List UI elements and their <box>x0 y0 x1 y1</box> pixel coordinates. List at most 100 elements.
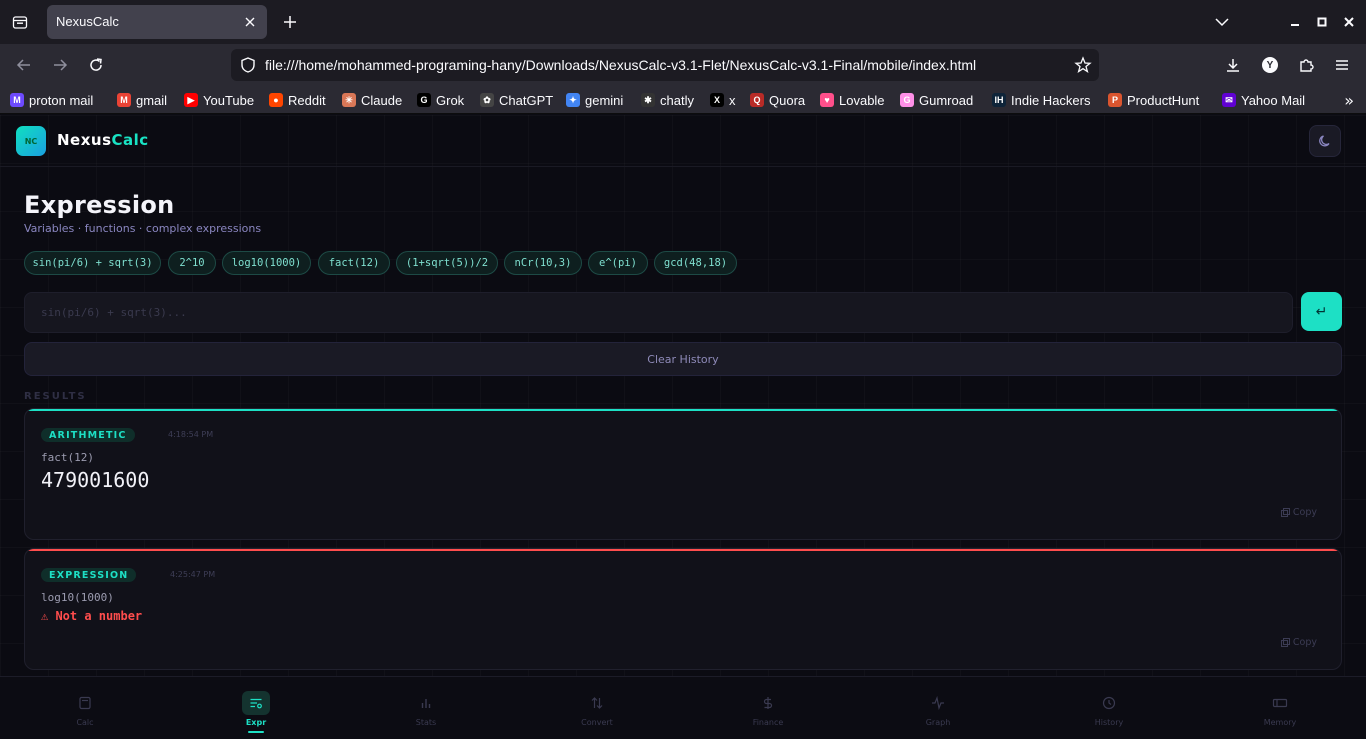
account-avatar-icon[interactable]: Y <box>1258 53 1282 77</box>
bookmark-gemini[interactable]: ✦ gemini <box>566 90 623 110</box>
nav-tab-finance[interactable]: Finance <box>683 677 853 739</box>
nav-tab-history[interactable]: History <box>1024 677 1194 739</box>
card-accent-bar <box>25 409 1341 411</box>
reload-icon[interactable] <box>84 53 108 77</box>
result-timestamp: 4:18:54 PM <box>168 430 214 439</box>
close-window-icon[interactable] <box>1339 12 1359 32</box>
bookmark-youtube[interactable]: ▶ YouTube <box>184 90 254 110</box>
bookmark-claude[interactable]: ✳ Claude <box>342 90 402 110</box>
downloads-icon[interactable] <box>1221 53 1245 77</box>
page-subtitle: Variables · functions · complex expressi… <box>24 222 262 235</box>
nav-tab-convert[interactable]: Convert <box>512 677 682 739</box>
tab-list-icon[interactable] <box>8 10 32 34</box>
bookmark-chatgpt[interactable]: ✿ ChatGPT <box>480 90 553 110</box>
nav-tab-stats[interactable]: Stats <box>341 677 511 739</box>
bookmark-reddit[interactable]: ● Reddit <box>269 90 326 110</box>
nav-tab-expr[interactable]: Expr <box>171 677 341 739</box>
bookmark-lovable[interactable]: ♥ Lovable <box>820 90 885 110</box>
bookmark-label: Quora <box>769 92 806 108</box>
result-category-badge: ARITHMETIC <box>41 428 135 442</box>
bottom-navigation: Calc Expr Stats Convert Finance Graph History M… <box>0 676 1366 739</box>
bookmark-gmail[interactable]: Mgmail <box>117 90 167 110</box>
memory-icon <box>1266 691 1294 715</box>
bookmark-label: chatly <box>660 92 694 108</box>
bookmark-chatly[interactable]: ✱ chatly <box>641 90 694 110</box>
tab-overflow-chevron-icon[interactable] <box>1212 12 1232 32</box>
result-value: 479001600 <box>41 468 150 492</box>
lovable-icon: ♥ <box>820 93 834 107</box>
bookmark-label: ChatGPT <box>499 92 554 108</box>
example-chip[interactable]: sin(pi/6) + sqrt(3) <box>24 251 161 275</box>
menu-hamburger-icon[interactable] <box>1330 53 1354 77</box>
bookmark-proton-mail[interactable]: Mproton mail <box>10 90 93 110</box>
example-chip[interactable]: (1+sqrt(5))/2 <box>396 251 498 275</box>
grok-icon: G <box>417 93 431 107</box>
bookmark-quora[interactable]: Q Quora <box>750 90 805 110</box>
gmail-icon: M <box>117 93 131 107</box>
theme-toggle-button[interactable] <box>1309 125 1341 157</box>
nav-label: Calc <box>76 718 94 727</box>
copy-button[interactable]: Copy <box>1280 637 1317 648</box>
yahoo-icon: ✉ <box>1222 93 1236 107</box>
minimize-icon[interactable] <box>1285 12 1305 32</box>
bookmarks-bar: » Mproton mail Mgmail ▶ YouTube ● Reddit ✳ Clau… <box>0 86 1366 114</box>
bookmark-x[interactable]: Xx <box>710 90 736 110</box>
example-chip[interactable]: e^(pi) <box>588 251 648 275</box>
extensions-puzzle-icon[interactable] <box>1294 53 1318 77</box>
bookmark-star-icon[interactable] <box>1074 56 1092 74</box>
quora-icon: Q <box>750 93 764 107</box>
nav-label: Convert <box>581 718 613 727</box>
clear-history-button[interactable]: Clear History <box>24 342 1342 376</box>
evaluate-button[interactable]: ↵ <box>1301 292 1342 331</box>
claude-icon: ✳ <box>342 93 356 107</box>
bookmark-grok[interactable]: G Grok <box>417 90 464 110</box>
nav-tab-memory[interactable]: Memory <box>1195 677 1365 739</box>
expression-input[interactable] <box>24 292 1293 333</box>
nav-label: Finance <box>752 718 784 727</box>
bookmark-yahoo-mail[interactable]: ✉ Yahoo Mail <box>1222 90 1305 110</box>
expression-icon <box>242 691 270 715</box>
nav-tab-calc[interactable]: Calc <box>0 677 170 739</box>
app-logo-text: NexusCalc <box>57 131 149 149</box>
bookmark-label: proton mail <box>29 92 94 108</box>
copy-icon <box>1280 508 1290 517</box>
youtube-icon: ▶ <box>184 93 198 107</box>
bookmark-label: Gumroad <box>919 92 974 108</box>
producthunt-icon: P <box>1108 93 1122 107</box>
calculator-icon <box>71 691 99 715</box>
bookmarks-overflow-chevron-icon[interactable]: » <box>1344 91 1354 110</box>
bookmark-indie-hackers[interactable]: IH Indie Hackers <box>992 90 1090 110</box>
browser-tab-bar: NexusCalc <box>0 0 1366 44</box>
page-title: Expression <box>24 191 175 219</box>
site-info-icon[interactable] <box>239 56 257 74</box>
example-chip[interactable]: gcd(48,18) <box>654 251 737 275</box>
logo-part-nexus: Nexus <box>57 131 112 149</box>
result-card: EXPRESSION 4:25:47 PM log10(1000) ⚠ Not … <box>24 548 1342 670</box>
bookmark-label: Reddit <box>288 92 326 108</box>
close-tab-icon[interactable] <box>241 13 259 31</box>
back-arrow-icon[interactable] <box>12 53 36 77</box>
example-chip[interactable]: nCr(10,3) <box>504 251 582 275</box>
nav-label: Memory <box>1263 718 1297 727</box>
maximize-icon[interactable] <box>1312 12 1332 32</box>
url-text[interactable]: file:///home/mohammed-programing-hany/Do… <box>265 57 976 73</box>
bookmark-label: gemini <box>585 92 624 108</box>
new-tab-icon[interactable] <box>279 11 301 33</box>
proton-icon: M <box>10 93 24 107</box>
logo-badge: NC <box>16 126 46 156</box>
result-card: ARITHMETIC 4:18:54 PM fact(12) 479001600… <box>24 408 1342 540</box>
card-accent-bar <box>25 549 1341 551</box>
browser-tab[interactable]: NexusCalc <box>47 5 267 39</box>
url-bar[interactable]: file:///home/mohammed-programing-hany/Do… <box>231 49 1099 81</box>
bookmark-producthunt[interactable]: P ProductHunt <box>1108 90 1199 110</box>
nav-tab-graph[interactable]: Graph <box>853 677 1023 739</box>
example-chip[interactable]: fact(12) <box>318 251 390 275</box>
copy-button[interactable]: Copy <box>1280 507 1317 518</box>
bookmark-label: Grok <box>436 92 465 108</box>
bookmark-gumroad[interactable]: G Gumroad <box>900 90 973 110</box>
example-chip[interactable]: 2^10 <box>168 251 216 275</box>
gemini-icon: ✦ <box>566 93 580 107</box>
example-chip[interactable]: log10(1000) <box>222 251 311 275</box>
x-icon: X <box>710 93 724 107</box>
forward-arrow-icon[interactable] <box>48 53 72 77</box>
